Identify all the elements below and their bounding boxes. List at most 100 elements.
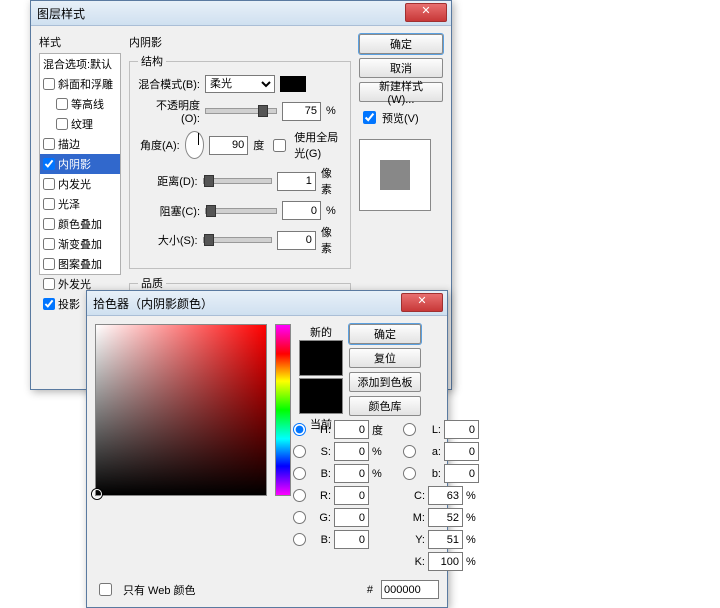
web-only-checkbox[interactable] xyxy=(99,583,112,596)
choke-unit: % xyxy=(326,205,336,217)
l-input[interactable] xyxy=(444,420,479,439)
c-input[interactable] xyxy=(428,486,463,505)
distance-input[interactable] xyxy=(277,172,316,191)
b-input[interactable] xyxy=(334,464,369,483)
cancel-button[interactable]: 取消 xyxy=(359,58,443,78)
radio-b[interactable] xyxy=(293,467,306,480)
style-row-pattern-overlay[interactable]: 图案叠加 xyxy=(40,254,120,274)
checkbox-contour[interactable] xyxy=(56,98,68,110)
use-global-light-checkbox[interactable] xyxy=(273,139,286,152)
angle-unit: 度 xyxy=(253,137,264,153)
picker-ok-button[interactable]: 确定 xyxy=(349,324,421,344)
style-row-bevel[interactable]: 斜面和浮雕 xyxy=(40,74,120,94)
radio-h[interactable] xyxy=(293,423,306,436)
saturation-value-area[interactable] xyxy=(95,324,267,496)
hex-prefix: # xyxy=(367,584,373,596)
angle-label: 角度(A): xyxy=(138,137,180,153)
checkbox-stroke[interactable] xyxy=(43,138,55,150)
style-row-contour[interactable]: 等高线 xyxy=(40,94,120,114)
r-input[interactable] xyxy=(334,486,369,505)
section-title: 内阴影 xyxy=(129,34,351,50)
bl-input[interactable] xyxy=(334,530,369,549)
style-row-color-overlay[interactable]: 颜色叠加 xyxy=(40,214,120,234)
close-icon[interactable]: ✕ xyxy=(401,293,443,312)
opacity-label: 不透明度(O): xyxy=(138,97,200,125)
checkbox-gradient-overlay[interactable] xyxy=(43,238,55,250)
radio-s[interactable] xyxy=(293,445,306,458)
angle-dial[interactable] xyxy=(185,131,205,159)
lab-b-input[interactable] xyxy=(444,464,479,483)
add-to-swatches-button[interactable]: 添加到色板 xyxy=(349,372,421,392)
opacity-input[interactable] xyxy=(282,102,321,121)
color-picker-titlebar[interactable]: 拾色器（内阴影颜色） ✕ xyxy=(87,291,447,316)
radio-g[interactable] xyxy=(293,511,306,524)
size-label: 大小(S): xyxy=(138,232,198,248)
style-row-gradient-overlay[interactable]: 渐变叠加 xyxy=(40,234,120,254)
new-color-swatch[interactable] xyxy=(299,340,343,376)
checkbox-satin[interactable] xyxy=(43,198,55,210)
style-row-stroke[interactable]: 描边 xyxy=(40,134,120,154)
structure-legend: 结构 xyxy=(138,53,166,69)
color-libraries-button[interactable]: 颜色库 xyxy=(349,396,421,416)
style-row-inner-shadow[interactable]: 内阴影 xyxy=(40,154,120,174)
use-global-light-label: 使用全局光(G) xyxy=(294,129,342,161)
shadow-color-swatch[interactable] xyxy=(280,76,306,92)
checkbox-inner-glow[interactable] xyxy=(43,178,55,190)
checkbox-drop-shadow[interactable] xyxy=(43,298,55,310)
opacity-slider[interactable] xyxy=(205,108,277,114)
size-unit: 像素 xyxy=(321,224,342,256)
sv-cursor-icon xyxy=(92,489,102,499)
radio-bl[interactable] xyxy=(293,533,306,546)
s-input[interactable] xyxy=(334,442,369,461)
size-input[interactable] xyxy=(277,231,316,250)
angle-input[interactable] xyxy=(209,136,248,155)
h-input[interactable] xyxy=(334,420,369,439)
choke-input[interactable] xyxy=(282,201,321,220)
blending-options-row[interactable]: 混合选项:默认 xyxy=(40,54,120,74)
distance-unit: 像素 xyxy=(321,165,342,197)
y-input[interactable] xyxy=(428,530,463,549)
blend-mode-label: 混合模式(B): xyxy=(138,76,200,92)
styles-panel-title: 样式 xyxy=(39,34,121,50)
style-row-inner-glow[interactable]: 内发光 xyxy=(40,174,120,194)
radio-a[interactable] xyxy=(403,445,416,458)
preview-checkbox[interactable] xyxy=(363,111,376,124)
distance-label: 距离(D): xyxy=(138,173,198,189)
checkbox-texture[interactable] xyxy=(56,118,68,130)
checkbox-bevel[interactable] xyxy=(43,78,55,90)
layer-style-title: 图层样式 xyxy=(37,5,85,22)
choke-slider[interactable] xyxy=(205,208,277,214)
new-style-button[interactable]: 新建样式(W)... xyxy=(359,82,443,102)
close-icon[interactable]: ✕ xyxy=(405,3,447,22)
style-row-texture[interactable]: 纹理 xyxy=(40,114,120,134)
checkbox-pattern-overlay[interactable] xyxy=(43,258,55,270)
blend-mode-select[interactable]: 柔光 xyxy=(205,75,275,93)
distance-slider[interactable] xyxy=(203,178,272,184)
style-row-satin[interactable]: 光泽 xyxy=(40,194,120,214)
structure-group: 结构 混合模式(B): 柔光 不透明度(O): % 角度(A): xyxy=(129,53,351,269)
hue-slider[interactable] xyxy=(275,324,291,496)
checkbox-color-overlay[interactable] xyxy=(43,218,55,230)
radio-r[interactable] xyxy=(293,489,306,502)
checkbox-outer-glow[interactable] xyxy=(43,278,55,290)
color-picker-window: 拾色器（内阴影颜色） ✕ 新的 当前 确定 复位 添加到色板 颜色库 xyxy=(86,290,448,608)
opacity-unit: % xyxy=(326,105,336,117)
size-slider[interactable] xyxy=(203,237,272,243)
color-model-fields: H:度 S:% B:% R: G: B: L: a: b: C:% M:% Y:… xyxy=(293,420,479,574)
checkbox-inner-shadow[interactable] xyxy=(43,158,55,170)
radio-l[interactable] xyxy=(403,423,416,436)
k-input[interactable] xyxy=(428,552,463,571)
current-color-swatch[interactable] xyxy=(299,378,343,414)
picker-reset-button[interactable]: 复位 xyxy=(349,348,421,368)
quality-legend: 品质 xyxy=(138,275,166,291)
a-input[interactable] xyxy=(444,442,479,461)
layer-style-titlebar[interactable]: 图层样式 ✕ xyxy=(31,1,451,26)
color-picker-title: 拾色器（内阴影颜色） xyxy=(93,295,213,312)
radio-lab-b[interactable] xyxy=(403,467,416,480)
hex-input[interactable] xyxy=(381,580,439,599)
m-input[interactable] xyxy=(428,508,463,527)
g-input[interactable] xyxy=(334,508,369,527)
ok-button[interactable]: 确定 xyxy=(359,34,443,54)
new-color-label: 新的 xyxy=(299,324,343,340)
preview-box xyxy=(359,139,431,211)
